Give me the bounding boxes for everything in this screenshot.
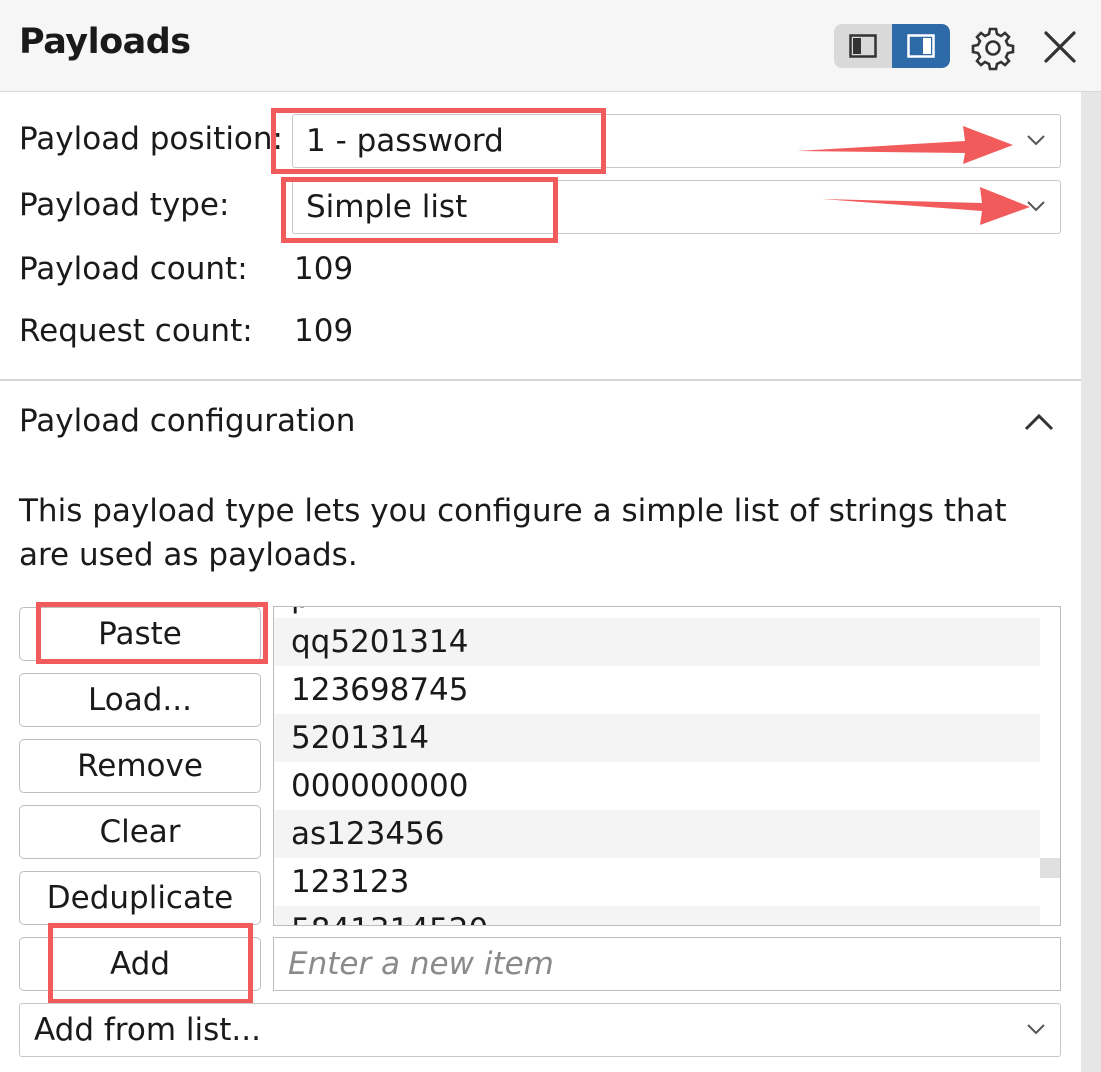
deduplicate-button[interactable]: Deduplicate — [19, 871, 261, 925]
arrow-annotation — [797, 126, 1013, 164]
payload-position-value: 1 - password — [306, 123, 504, 159]
list-item[interactable]: 123698745 — [274, 666, 1040, 714]
payload-count-label: Payload count: — [19, 251, 248, 287]
panel-title: Payloads — [19, 22, 191, 62]
chevron-up-icon[interactable] — [1022, 411, 1056, 433]
list-item[interactable]: 5841314520 — [274, 906, 1040, 925]
payload-configuration-title: Payload configuration — [19, 403, 356, 439]
add-button[interactable]: Add — [19, 937, 261, 991]
request-count-value: 109 — [294, 313, 354, 349]
payload-configuration-description: This payload type lets you configure a s… — [19, 493, 1007, 573]
payload-type-label: Payload type: — [19, 187, 230, 223]
panel-scrollbar[interactable] — [1081, 92, 1101, 1072]
section-divider — [0, 379, 1081, 381]
add-from-list-label: Add from list... — [34, 1012, 261, 1048]
list-item[interactable]: qq5201314 — [274, 618, 1040, 666]
list-scrollbar-thumb[interactable] — [1040, 858, 1060, 878]
layout-left-button[interactable] — [834, 24, 892, 68]
layout-left-icon — [849, 34, 877, 58]
chevron-down-icon — [1027, 135, 1045, 146]
payload-list[interactable]: p qq5201314 123698745 5201314 000000000 … — [273, 606, 1061, 926]
paste-button[interactable]: Paste — [19, 607, 261, 661]
arrow-annotation — [822, 187, 1030, 225]
clear-button[interactable]: Clear — [19, 805, 261, 859]
layout-right-button[interactable] — [892, 24, 950, 68]
request-count-label: Request count: — [19, 313, 253, 349]
list-item[interactable]: 123123 — [274, 858, 1040, 906]
payload-type-value: Simple list — [306, 189, 468, 225]
gear-icon[interactable] — [970, 25, 1016, 71]
close-icon[interactable] — [1038, 25, 1082, 69]
payload-count-value: 109 — [294, 251, 354, 287]
list-item[interactable]: as123456 — [274, 810, 1040, 858]
payload-position-label: Payload position: — [19, 121, 283, 157]
chevron-down-icon — [1027, 1024, 1045, 1035]
add-from-list-select[interactable]: Add from list... — [19, 1003, 1061, 1057]
list-scrollbar[interactable] — [1040, 607, 1060, 925]
layout-toggle[interactable] — [834, 24, 950, 68]
list-item[interactable]: 000000000 — [274, 762, 1040, 810]
panel-header: Payloads — [0, 0, 1101, 92]
new-item-input[interactable] — [273, 937, 1061, 991]
list-item[interactable]: 5201314 — [274, 714, 1040, 762]
remove-button[interactable]: Remove — [19, 739, 261, 793]
load-button[interactable]: Load... — [19, 673, 261, 727]
layout-right-icon — [907, 34, 935, 58]
